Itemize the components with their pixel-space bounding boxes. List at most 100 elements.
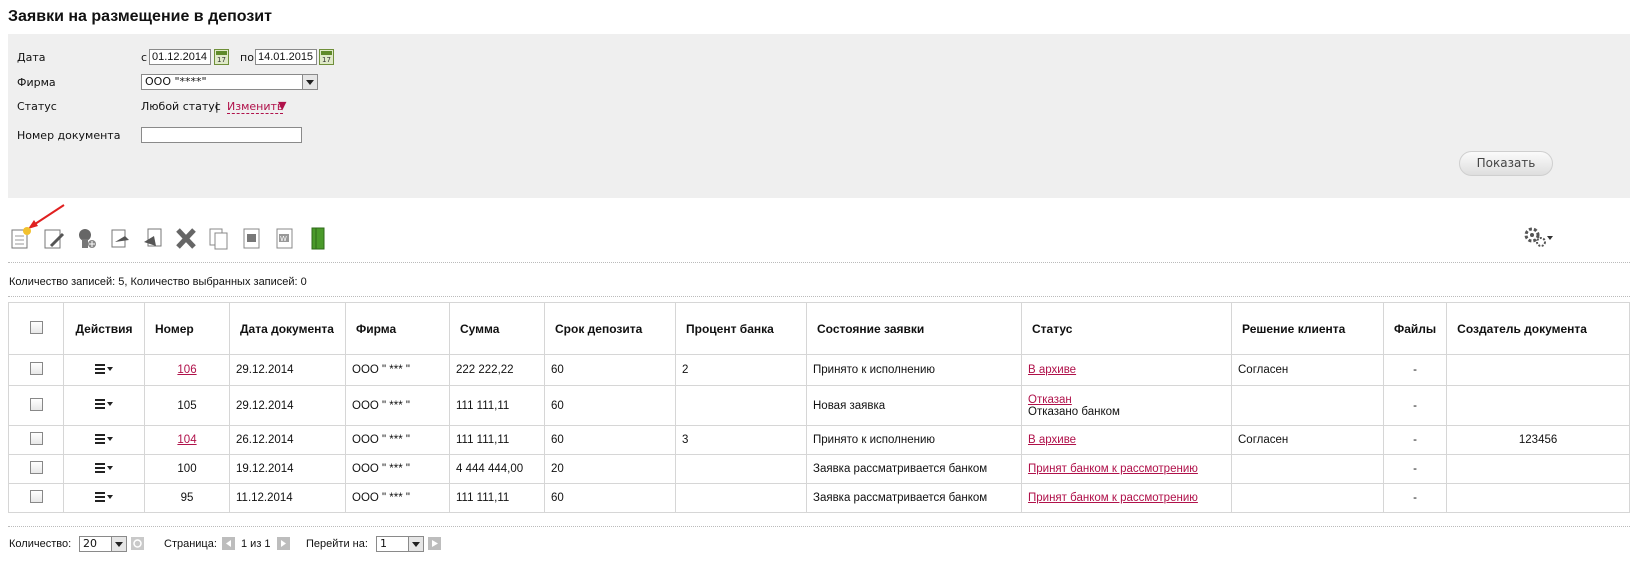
table-row: 105 29.12.2014 ООО " *** " 111 111,11 60… bbox=[8, 385, 1630, 426]
col-state[interactable]: Состояние заявки bbox=[806, 302, 1022, 355]
prev-page-icon[interactable] bbox=[222, 537, 235, 550]
row-state: Заявка рассматривается банком bbox=[806, 483, 1022, 513]
row-state: Новая заявка bbox=[806, 385, 1022, 426]
table-row: 104 26.12.2014 ООО " *** " 111 111,11 60… bbox=[8, 425, 1630, 455]
row-number: 105 bbox=[144, 385, 230, 426]
col-decision[interactable]: Решение клиента bbox=[1231, 302, 1384, 355]
row-status-link[interactable]: Принят банком к рассмотрению bbox=[1028, 463, 1198, 475]
row-checkbox[interactable] bbox=[29, 397, 43, 411]
row-checkbox[interactable] bbox=[29, 432, 43, 445]
status-separator: | bbox=[215, 100, 219, 113]
delete-icon[interactable] bbox=[175, 226, 197, 250]
show-button[interactable]: Показать bbox=[1459, 151, 1553, 176]
col-sum[interactable]: Сумма bbox=[449, 302, 545, 355]
row-creator bbox=[1446, 483, 1630, 513]
row-term: 60 bbox=[544, 483, 676, 513]
row-rate: 2 bbox=[675, 354, 807, 386]
page-label: Страница: bbox=[164, 538, 217, 550]
chevron-down-icon[interactable] bbox=[111, 537, 126, 551]
col-creator[interactable]: Создатель документа bbox=[1446, 302, 1630, 355]
row-firm: ООО " *** " bbox=[345, 483, 450, 513]
row-rate bbox=[675, 483, 807, 513]
applications-table: Действия Номер Дата документа Фирма Сумм… bbox=[8, 302, 1630, 513]
firm-select[interactable]: ООО "****" bbox=[141, 74, 318, 90]
calendar-to-icon[interactable]: 17 bbox=[319, 49, 334, 65]
col-date[interactable]: Дата документа bbox=[229, 302, 346, 355]
row-sum: 111 111,11 bbox=[449, 483, 545, 513]
records-summary: Количество записей: 5, Количество выбран… bbox=[9, 276, 307, 288]
row-rate bbox=[675, 454, 807, 484]
col-files[interactable]: Файлы bbox=[1382, 302, 1448, 355]
new-document-icon[interactable] bbox=[10, 226, 32, 250]
row-files: - bbox=[1382, 454, 1448, 484]
row-status-link[interactable]: В архиве bbox=[1028, 434, 1076, 446]
col-firm[interactable]: Фирма bbox=[345, 302, 450, 355]
col-actions[interactable]: Действия bbox=[63, 302, 145, 355]
export-pdf-icon[interactable] bbox=[241, 226, 263, 250]
row-state: Принято к исполнению bbox=[806, 425, 1022, 455]
docnum-input[interactable] bbox=[141, 127, 302, 143]
page-size-value: 20 bbox=[83, 537, 97, 550]
col-rate[interactable]: Процент банка bbox=[675, 302, 807, 355]
status-label: Статус bbox=[17, 100, 57, 113]
row-rate bbox=[675, 385, 807, 426]
filter-panel: Дата с 01.12.2014 17 по 14.01.2015 17 Фи… bbox=[8, 34, 1630, 198]
send-icon[interactable] bbox=[109, 226, 131, 250]
col-status[interactable]: Статус bbox=[1021, 302, 1232, 355]
refresh-icon[interactable] bbox=[131, 537, 144, 550]
row-files: - bbox=[1382, 425, 1448, 455]
row-creator: 123456 bbox=[1446, 425, 1630, 455]
page-size-label: Количество: bbox=[9, 538, 72, 550]
calendar-from-icon[interactable]: 17 bbox=[214, 49, 229, 65]
recall-icon[interactable] bbox=[142, 226, 164, 250]
table-row: 106 29.12.2014 ООО " *** " 222 222,22 60… bbox=[8, 354, 1630, 386]
page-size-select[interactable]: 20 bbox=[79, 536, 127, 552]
row-files: - bbox=[1382, 385, 1448, 426]
row-creator bbox=[1446, 354, 1630, 386]
row-status-note: Отказано банком bbox=[1028, 405, 1120, 418]
row-number-link[interactable]: 104 bbox=[177, 434, 196, 446]
row-status-link[interactable]: В архиве bbox=[1028, 364, 1076, 376]
row-status-link[interactable]: Принят банком к рассмотрению bbox=[1028, 492, 1198, 504]
row-number: 95 bbox=[144, 483, 230, 513]
row-firm: ООО " *** " bbox=[345, 385, 450, 426]
chevron-down-icon[interactable] bbox=[408, 537, 423, 551]
row-firm: ООО " *** " bbox=[345, 354, 450, 386]
triangle-down-icon[interactable]: ▼ bbox=[278, 99, 286, 112]
page-info: 1 из 1 bbox=[241, 538, 271, 550]
col-term[interactable]: Срок депозита bbox=[544, 302, 676, 355]
row-checkbox[interactable] bbox=[29, 362, 43, 375]
row-checkbox[interactable] bbox=[29, 461, 43, 474]
row-rate: 3 bbox=[675, 425, 807, 455]
firm-label: Фирма bbox=[17, 76, 56, 89]
col-number[interactable]: Номер bbox=[144, 302, 230, 355]
date-from-input[interactable]: 01.12.2014 bbox=[149, 49, 211, 65]
docnum-label: Номер документа bbox=[17, 129, 121, 142]
goto-page-button[interactable] bbox=[428, 537, 441, 550]
row-actions-menu-icon[interactable] bbox=[95, 491, 113, 502]
sign-icon[interactable] bbox=[76, 226, 98, 250]
chevron-down-icon[interactable] bbox=[302, 75, 317, 89]
copy-icon[interactable] bbox=[208, 226, 230, 250]
select-all-checkbox[interactable] bbox=[29, 320, 43, 334]
row-number: 100 bbox=[144, 454, 230, 484]
next-page-icon[interactable] bbox=[277, 537, 290, 550]
status-change-link[interactable]: Изменить bbox=[227, 100, 284, 114]
firm-select-value: ООО "****" bbox=[145, 75, 207, 88]
gear-icon[interactable] bbox=[1522, 226, 1556, 248]
row-status-link[interactable]: Отказан bbox=[1028, 394, 1072, 406]
row-actions-menu-icon[interactable] bbox=[95, 399, 113, 409]
row-actions-menu-icon[interactable] bbox=[95, 462, 113, 473]
date-to-label: по bbox=[240, 51, 254, 64]
edit-document-icon[interactable] bbox=[43, 226, 65, 250]
goto-page-select[interactable]: 1 bbox=[376, 536, 424, 552]
date-to-input[interactable]: 14.01.2015 bbox=[255, 49, 317, 65]
row-actions-menu-icon[interactable] bbox=[95, 363, 113, 374]
row-firm: ООО " *** " bbox=[345, 454, 450, 484]
row-checkbox[interactable] bbox=[29, 490, 43, 503]
row-number-link[interactable]: 106 bbox=[177, 364, 196, 376]
export-word-icon[interactable]: W bbox=[274, 226, 296, 250]
row-decision bbox=[1231, 483, 1384, 513]
row-actions-menu-icon[interactable] bbox=[95, 433, 113, 444]
archive-icon[interactable] bbox=[307, 226, 329, 250]
